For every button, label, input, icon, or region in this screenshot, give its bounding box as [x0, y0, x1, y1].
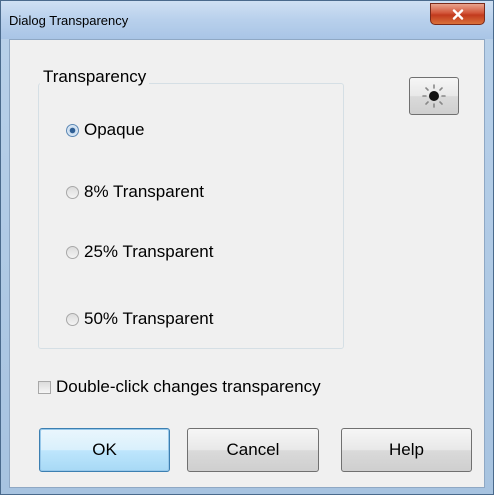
radio-label: Opaque [84, 120, 145, 139]
cancel-button[interactable]: Cancel [187, 428, 319, 472]
radio-label: 50% Transparent [84, 309, 214, 328]
double-click-checkbox-row[interactable]: Double-click changes transparency [38, 377, 321, 397]
sun-icon [422, 84, 446, 108]
transparency-group-label: Transparency [40, 67, 150, 87]
dialog-window: Dialog Transparency Transparency Opaque … [0, 0, 494, 495]
radio-label: 8% Transparent [84, 182, 205, 201]
checkbox-label: Double-click changes transparency [56, 377, 321, 396]
window-title: Dialog Transparency [9, 13, 129, 28]
radio-button[interactable] [66, 245, 79, 259]
title-bar[interactable]: Dialog Transparency [1, 1, 493, 39]
close-button[interactable] [430, 3, 485, 25]
radio-25-percent[interactable]: 25% Transparent [66, 242, 213, 262]
radio-label: 25% Transparent [84, 242, 214, 261]
close-x-icon [452, 8, 463, 20]
ok-button[interactable]: OK [39, 428, 170, 472]
double-click-checkbox[interactable] [38, 380, 51, 394]
help-button[interactable]: Help [341, 428, 472, 472]
sun-button[interactable] [409, 77, 459, 115]
radio-button[interactable] [66, 312, 79, 326]
dialog-client-area: Transparency Opaque 8% Transparent 25% T… [9, 39, 485, 488]
radio-button[interactable] [66, 185, 79, 199]
radio-button-checked[interactable] [66, 123, 79, 137]
radio-opaque[interactable]: Opaque [66, 120, 145, 140]
radio-8-percent[interactable]: 8% Transparent [66, 182, 204, 202]
radio-50-percent[interactable]: 50% Transparent [66, 309, 213, 329]
